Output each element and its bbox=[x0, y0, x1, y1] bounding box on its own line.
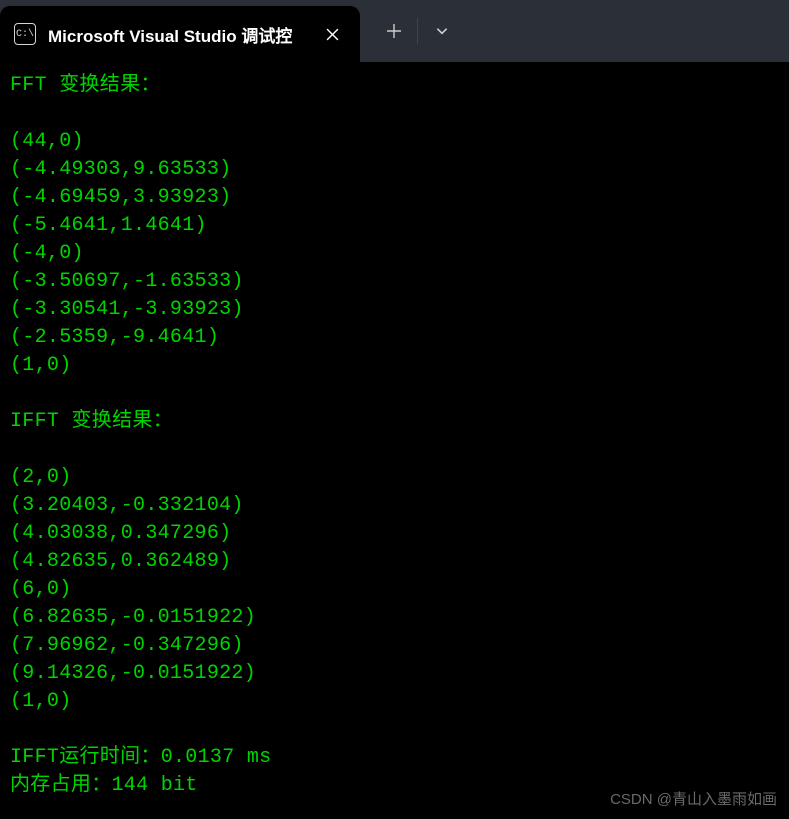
terminal-line bbox=[10, 436, 779, 464]
terminal-output: FFT 变换结果： (44,0)(-4.49303,9.63533)(-4.69… bbox=[0, 62, 789, 810]
terminal-icon-label: C:\ bbox=[16, 29, 34, 40]
chevron-down-icon bbox=[435, 24, 449, 38]
terminal-line: (44,0) bbox=[10, 128, 779, 156]
terminal-line bbox=[10, 100, 779, 128]
terminal-line: (6.82635,-0.0151922) bbox=[10, 604, 779, 632]
terminal-line: (-3.30541,-3.93923) bbox=[10, 296, 779, 324]
close-icon bbox=[326, 28, 339, 41]
watermark: CSDN @青山入墨雨如画 bbox=[610, 788, 777, 809]
plus-icon bbox=[387, 24, 401, 38]
terminal-line: (-4.49303,9.63533) bbox=[10, 156, 779, 184]
terminal-line: (9.14326,-0.0151922) bbox=[10, 660, 779, 688]
terminal-line: (-4,0) bbox=[10, 240, 779, 268]
terminal-line: (7.96962,-0.347296) bbox=[10, 632, 779, 660]
terminal-line: (-2.5359,-9.4641) bbox=[10, 324, 779, 352]
terminal-line: IFFT 变换结果： bbox=[10, 408, 779, 436]
terminal-line: (6,0) bbox=[10, 576, 779, 604]
terminal-line: (4.03038,0.347296) bbox=[10, 520, 779, 548]
title-bar: C:\ Microsoft Visual Studio 调试控 bbox=[0, 0, 789, 62]
terminal-line: (3.20403,-0.332104) bbox=[10, 492, 779, 520]
title-bar-actions bbox=[360, 0, 466, 62]
terminal-line: (1,0) bbox=[10, 352, 779, 380]
terminal-line: FFT 变换结果： bbox=[10, 72, 779, 100]
terminal-line: (1,0) bbox=[10, 688, 779, 716]
terminal-line: (-3.50697,-1.63533) bbox=[10, 268, 779, 296]
terminal-icon: C:\ bbox=[14, 23, 36, 45]
terminal-line bbox=[10, 716, 779, 744]
terminal-line: (2,0) bbox=[10, 464, 779, 492]
new-tab-button[interactable] bbox=[370, 0, 418, 62]
tab-title: Microsoft Visual Studio 调试控 bbox=[48, 22, 306, 47]
terminal-line: (-4.69459,3.93923) bbox=[10, 184, 779, 212]
close-tab-button[interactable] bbox=[318, 20, 346, 48]
terminal-line: IFFT运行时间：0.0137 ms bbox=[10, 744, 779, 772]
tab-dropdown-button[interactable] bbox=[418, 0, 466, 62]
terminal-line: (4.82635,0.362489) bbox=[10, 548, 779, 576]
active-tab[interactable]: C:\ Microsoft Visual Studio 调试控 bbox=[0, 6, 360, 62]
terminal-line bbox=[10, 380, 779, 408]
terminal-line: (-5.4641,1.4641) bbox=[10, 212, 779, 240]
